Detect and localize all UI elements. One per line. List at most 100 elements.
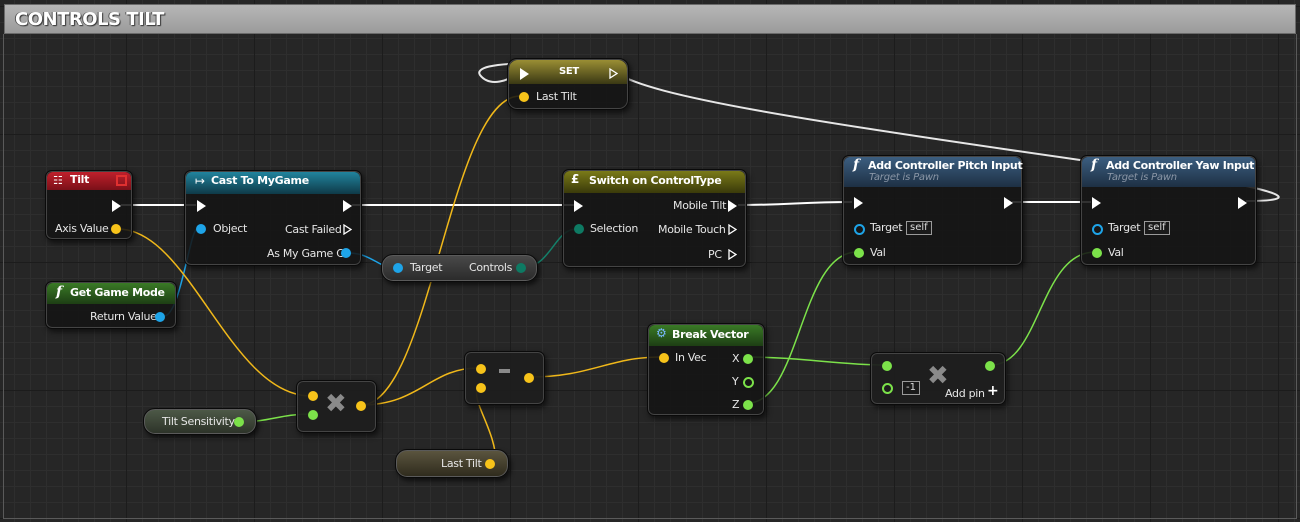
controls-target-pin[interactable] [393,263,403,273]
in-vec-label: In Vec [675,351,707,364]
cast-to-mygame-node[interactable]: ↦ Cast To MyGame Object Cast Failed As M… [184,170,362,266]
set-last-tilt-pin[interactable] [519,92,529,102]
last-tilt-getter[interactable]: Last Tilt [395,449,509,478]
pc-label: PC [708,248,722,261]
tilt-sensitivity-pin[interactable] [234,417,244,427]
yaw-val-label: Val [1108,246,1124,259]
as-my-game-label: As My Game C [267,247,344,260]
pitch-target-label: Target [870,221,903,234]
multiply-float-node[interactable]: -1 ✖ Add pin + [870,352,1006,405]
axis-value-pin[interactable] [111,224,121,234]
set-node-title: SET [559,66,579,77]
vector-wire-subtract-break [529,356,661,378]
yaw-exec-out-pin[interactable] [1238,197,1247,209]
cast-exec-out-pin[interactable] [343,200,352,212]
add-pin-plus-icon[interactable]: + [987,383,999,399]
multiply-input-a-pin[interactable] [308,391,318,401]
mobile-tilt-exec-pin[interactable] [728,200,737,212]
cast-exec-in-pin[interactable] [197,200,206,212]
controls-target-label: Target [410,261,443,274]
x-output-pin[interactable] [743,354,753,364]
delegate-pin-icon[interactable] [116,175,127,186]
selection-pin[interactable] [574,224,584,234]
set-last-tilt-node[interactable]: SET Last Tilt [507,58,629,110]
break-vector-node[interactable]: ⚙ Break Vector In Vec X Y Z [647,323,765,416]
multiply2-input-b-pin[interactable] [882,383,893,394]
multiply2-input-a-pin[interactable] [882,361,892,371]
yaw-target-pin[interactable] [1092,224,1103,235]
pitch-exec-in-pin[interactable] [854,197,863,209]
tilt-event-node[interactable]: ☷ Tilt Axis Value [45,170,133,240]
get-game-mode-node[interactable]: f Get Game Mode Return Value [45,281,177,329]
get-controls-node[interactable]: Target Controls [381,254,538,282]
multiply-vector-node[interactable]: ✖ [296,380,377,433]
function-icon: f [56,284,63,300]
pitch-function-icon: f [853,157,860,173]
tilt-event-title: Tilt [70,173,90,186]
cast-object-label: Object [213,222,248,235]
float-wire-x-multiply2 [747,356,886,366]
pitch-target-self-value[interactable]: self [906,221,932,235]
blueprint-graph[interactable]: CONTROLS TILT ☷ Tilt Axis Value ↦ Cast T… [0,0,1300,522]
yaw-target-label: Target [1108,221,1141,234]
break-vector-icon: ⚙ [656,326,667,340]
switch-icon: £ [571,172,580,186]
as-my-game-pin[interactable] [341,248,351,258]
last-tilt-getter-label: Last Tilt [441,457,482,470]
return-value-label: Return Value [90,310,157,323]
in-vec-pin[interactable] [659,353,669,363]
mobile-touch-exec-pin[interactable] [728,224,737,235]
subtract-input-a-pin[interactable] [476,364,486,374]
pitch-node-subtitle: Target is Pawn [869,172,939,183]
pitch-val-pin[interactable] [854,248,864,258]
float-wire-multiply2-yaw [990,251,1096,366]
subtract-operator-icon [499,369,510,373]
multiply2-output-pin[interactable] [985,361,995,371]
cast-object-pin[interactable] [196,224,206,234]
subtract-input-b-pin[interactable] [476,383,486,393]
add-pin-label[interactable]: Add pin [945,387,985,400]
multiply2-value-field[interactable]: -1 [902,381,920,395]
pitch-node-title: Add Controller Pitch Input [868,159,1023,172]
tilt-sensitivity-getter[interactable]: Tilt Sensitivity [143,408,257,435]
yaw-exec-in-pin[interactable] [1092,197,1101,209]
cast-arrow-icon: ↦ [195,174,206,188]
subtract-output-pin[interactable] [524,373,534,383]
yaw-function-icon: f [1091,157,1098,173]
return-value-pin[interactable] [155,312,165,322]
z-output-pin[interactable] [743,400,753,410]
vector-wire-multiply-subtract [360,367,479,406]
yaw-val-pin[interactable] [1092,248,1102,258]
get-game-mode-title: Get Game Mode [70,286,165,299]
exec-wire-switch-pitch [737,201,853,206]
set-exec-out-pin[interactable] [609,68,618,79]
tilt-exec-out-pin[interactable] [112,200,121,212]
switch-exec-in-pin[interactable] [574,200,583,212]
set-exec-in-pin[interactable] [520,68,529,80]
axis-value-label: Axis Value [55,222,109,235]
pitch-target-pin[interactable] [854,224,865,235]
pitch-exec-out-pin[interactable] [1004,197,1013,209]
multiply-output-pin[interactable] [356,401,366,411]
subtract-vector-node[interactable] [464,351,545,405]
add-controller-pitch-input-node[interactable]: f Add Controller Pitch Input Target is P… [842,155,1023,266]
break-vector-title: Break Vector [672,328,749,341]
multiply-input-b-pin[interactable] [308,410,318,420]
last-tilt-getter-pin[interactable] [485,459,495,469]
controls-output-pin[interactable] [516,263,526,273]
joystick-icon: ☷ [53,174,63,187]
comment-box-frame [3,34,1297,519]
y-output-pin[interactable] [743,377,754,388]
pc-exec-pin[interactable] [728,249,737,260]
z-label: Z [732,398,740,411]
switch-on-controltype-node[interactable]: £ Switch on ControlType Mobile Tilt Sele… [562,169,747,268]
cast-failed-exec-pin[interactable] [343,224,352,235]
yaw-target-self-value[interactable]: self [1144,221,1170,235]
y-label: Y [732,375,739,388]
add-controller-yaw-input-node[interactable]: f Add Controller Yaw Input Target is Paw… [1080,155,1257,266]
multiply-operator-icon: ✖ [325,389,347,419]
set-last-tilt-label: Last Tilt [536,90,577,103]
yaw-node-title: Add Controller Yaw Input [1106,159,1255,172]
comment-box-header[interactable]: CONTROLS TILT [4,4,1296,34]
cast-node-title: Cast To MyGame [211,174,309,187]
